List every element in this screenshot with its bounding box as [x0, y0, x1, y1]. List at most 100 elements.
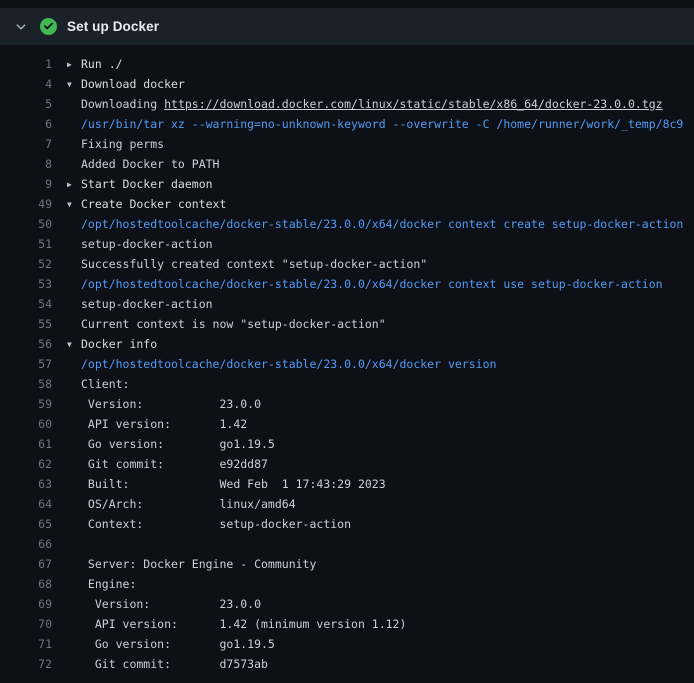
line-number[interactable]: 70 — [0, 614, 52, 634]
line-number[interactable]: 53 — [0, 274, 52, 294]
line-number[interactable]: 60 — [0, 414, 52, 434]
line-number[interactable]: 58 — [0, 374, 52, 394]
log-text: Server: Docker Engine - Community — [52, 554, 316, 574]
line-number[interactable]: 7 — [0, 134, 52, 154]
log-text: Built: Wed Feb 1 17:43:29 2023 — [52, 474, 386, 494]
log-row: 71 Go version: go1.19.5 — [0, 634, 694, 654]
log-text-value: setup-docker-action — [81, 237, 213, 251]
log-text — [52, 534, 81, 554]
log-text: /usr/bin/tar xz --warning=no-unknown-key… — [52, 114, 683, 134]
log-text-value: /opt/hostedtoolcache/docker-stable/23.0.… — [81, 357, 496, 371]
log-row: 57/opt/hostedtoolcache/docker-stable/23.… — [0, 354, 694, 374]
line-number[interactable]: 61 — [0, 434, 52, 454]
log-text: Version: 23.0.0 — [52, 594, 261, 614]
log-text: Go version: go1.19.5 — [52, 634, 275, 654]
line-number[interactable]: 63 — [0, 474, 52, 494]
log-row: 6/usr/bin/tar xz --warning=no-unknown-ke… — [0, 114, 694, 134]
line-number[interactable]: 71 — [0, 634, 52, 654]
line-number[interactable]: 9 — [0, 174, 52, 194]
line-number[interactable]: 4 — [0, 74, 52, 94]
line-number[interactable]: 65 — [0, 514, 52, 534]
log-text-value: Start Docker daemon — [81, 177, 213, 191]
line-number[interactable]: 52 — [0, 254, 52, 274]
log-text-value: Added Docker to PATH — [81, 157, 219, 171]
log-group-row[interactable]: 56▼Docker info — [0, 334, 694, 354]
log-text: setup-docker-action — [52, 294, 213, 314]
line-number[interactable]: 55 — [0, 314, 52, 334]
log-text: /opt/hostedtoolcache/docker-stable/23.0.… — [52, 274, 663, 294]
log-row: 69 Version: 23.0.0 — [0, 594, 694, 614]
log-text: ▼Create Docker context — [52, 194, 226, 214]
line-number[interactable]: 68 — [0, 574, 52, 594]
log-text: Client: — [52, 374, 129, 394]
log-row: 67 Server: Docker Engine - Community — [0, 554, 694, 574]
step-header[interactable]: Set up Docker — [0, 8, 694, 45]
log-text-value: API version: 1.42 (minimum version 1.12) — [81, 617, 406, 631]
log-row: 50/opt/hostedtoolcache/docker-stable/23.… — [0, 214, 694, 234]
log-text-value: Engine: — [81, 577, 136, 591]
line-number[interactable]: 69 — [0, 594, 52, 614]
step-title: Set up Docker — [67, 19, 159, 34]
log-text-value: Go version: go1.19.5 — [81, 437, 275, 451]
log-row: 65 Context: setup-docker-action — [0, 514, 694, 534]
log-text: Context: setup-docker-action — [52, 514, 351, 534]
log-url-link[interactable]: https://download.docker.com/linux/static… — [164, 97, 663, 111]
log-row: 66 — [0, 534, 694, 554]
log-group-row[interactable]: 4▼Download docker — [0, 74, 694, 94]
line-number[interactable]: 64 — [0, 494, 52, 514]
line-number[interactable]: 72 — [0, 654, 52, 674]
line-number[interactable]: 1 — [0, 54, 52, 74]
log-row: 68 Engine: — [0, 574, 694, 594]
log-text: Successfully created context "setup-dock… — [52, 254, 427, 274]
line-number[interactable]: 49 — [0, 194, 52, 214]
log-text-value: OS/Arch: linux/amd64 — [81, 497, 296, 511]
log-text-value: Run ./ — [81, 57, 123, 71]
log-text-value: Download docker — [81, 77, 185, 91]
chevron-down-icon[interactable] — [14, 20, 40, 34]
log-text-value: Built: Wed Feb 1 17:43:29 2023 — [81, 477, 386, 491]
line-number[interactable]: 67 — [0, 554, 52, 574]
log-row: 53/opt/hostedtoolcache/docker-stable/23.… — [0, 274, 694, 294]
line-number[interactable]: 54 — [0, 294, 52, 314]
log-row: 61 Go version: go1.19.5 — [0, 434, 694, 454]
line-number[interactable]: 6 — [0, 114, 52, 134]
log-text-value: /usr/bin/tar xz --warning=no-unknown-key… — [81, 117, 683, 131]
triangle-down-icon: ▼ — [67, 195, 81, 214]
log-row: 59 Version: 23.0.0 — [0, 394, 694, 414]
log-text: ▼Download docker — [52, 74, 185, 94]
log-group-row[interactable]: 1▶Run ./ — [0, 54, 694, 74]
line-number[interactable]: 66 — [0, 534, 52, 554]
log-text: ▶Start Docker daemon — [52, 174, 213, 194]
log-row: 70 API version: 1.42 (minimum version 1.… — [0, 614, 694, 634]
line-number[interactable]: 59 — [0, 394, 52, 414]
log-row: 60 API version: 1.42 — [0, 414, 694, 434]
log-text-value: Fixing perms — [81, 137, 164, 151]
log-group-row[interactable]: 9▶Start Docker daemon — [0, 174, 694, 194]
triangle-down-icon: ▼ — [67, 75, 81, 94]
line-number[interactable]: 57 — [0, 354, 52, 374]
log-text: setup-docker-action — [52, 234, 213, 254]
log-text: Engine: — [52, 574, 136, 594]
log-text-value: Git commit: e92dd87 — [81, 457, 268, 471]
line-number[interactable]: 56 — [0, 334, 52, 354]
log-group-row[interactable]: 49▼Create Docker context — [0, 194, 694, 214]
log-text: /opt/hostedtoolcache/docker-stable/23.0.… — [52, 354, 496, 374]
log-row: 55 Current context is now "setup-docker-a… — [0, 314, 694, 334]
log-row: 7 Fixing perms — [0, 134, 694, 154]
line-number[interactable]: 5 — [0, 94, 52, 114]
line-number[interactable]: 51 — [0, 234, 52, 254]
log-text: ▶Run ./ — [52, 54, 123, 74]
log-text-value: Server: Docker Engine - Community — [81, 557, 316, 571]
log-text: Go version: go1.19.5 — [52, 434, 275, 454]
log-text-value: Client: — [81, 377, 129, 391]
line-number[interactable]: 62 — [0, 454, 52, 474]
log-text-value: Current context is now "setup-docker-act… — [81, 317, 386, 331]
log-text: ▼Docker info — [52, 334, 157, 354]
log-row: 8 Added Docker to PATH — [0, 154, 694, 174]
log-text-value: Go version: go1.19.5 — [81, 637, 275, 651]
line-number[interactable]: 50 — [0, 214, 52, 234]
log-text-value: Version: 23.0.0 — [81, 397, 261, 411]
line-number[interactable]: 8 — [0, 154, 52, 174]
log-text-value: /opt/hostedtoolcache/docker-stable/23.0.… — [81, 277, 663, 291]
log-text: Fixing perms — [52, 134, 164, 154]
